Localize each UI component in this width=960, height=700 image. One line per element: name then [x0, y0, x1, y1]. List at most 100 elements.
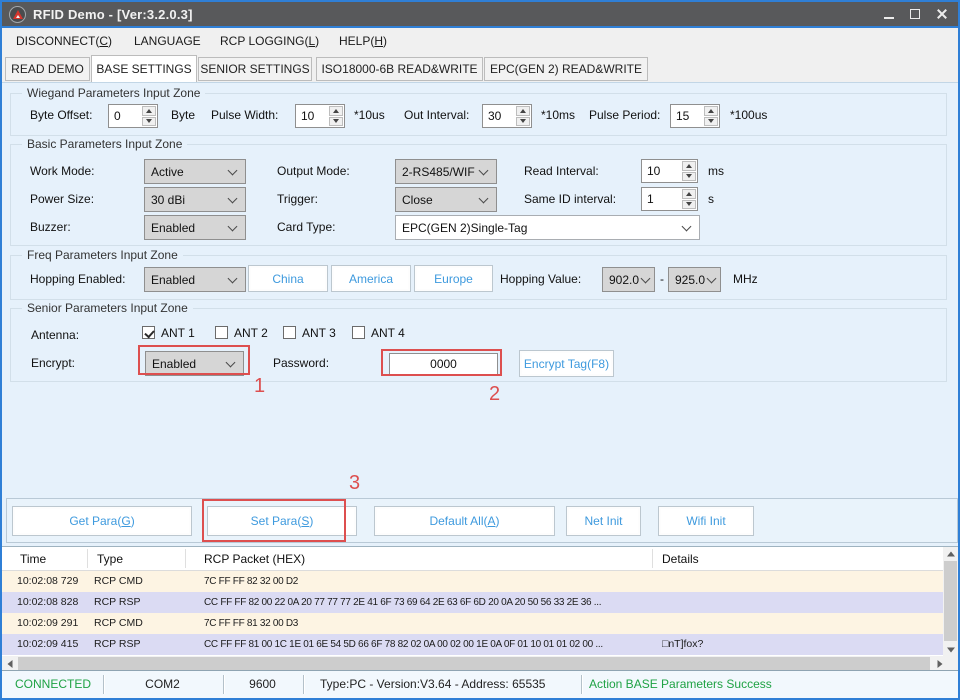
- default-all-button[interactable]: Default All(A): [374, 506, 555, 536]
- window-controls: [876, 2, 954, 26]
- output-mode-select[interactable]: 2-RS485/WIF: [395, 159, 497, 184]
- spin-down-icon[interactable]: [516, 117, 530, 127]
- col-header-details[interactable]: Details: [662, 547, 699, 571]
- password-input[interactable]: 0000: [389, 353, 498, 375]
- scroll-down-icon[interactable]: [943, 643, 958, 656]
- scrollbar-thumb[interactable]: [18, 657, 930, 670]
- spin-up-icon[interactable]: [329, 106, 343, 116]
- pulse-period-unit: *100us: [730, 107, 767, 124]
- checkbox-ant-1[interactable]: [142, 326, 155, 339]
- col-header-packet[interactable]: RCP Packet (HEX): [204, 547, 305, 571]
- byte-offset-input[interactable]: 0: [108, 104, 158, 128]
- pulse-width-input[interactable]: 10: [295, 104, 345, 128]
- checkbox-ant-2[interactable]: [215, 326, 228, 339]
- america-button[interactable]: America: [331, 265, 411, 292]
- encrypt-tag-button[interactable]: Encrypt Tag(F8): [519, 350, 614, 377]
- chevron-down-icon: [479, 165, 489, 175]
- china-button[interactable]: China: [248, 265, 328, 292]
- status-bar: CONNECTED COM2 9600 Type:PC - Version:V3…: [2, 670, 958, 698]
- menu-rcp-logging[interactable]: RCP LOGGING(L): [220, 28, 319, 55]
- trigger-select[interactable]: Close: [395, 187, 497, 212]
- tab-iso18000-6b[interactable]: ISO18000-6B READ&WRITE: [316, 57, 483, 81]
- encrypt-select[interactable]: Enabled: [145, 351, 244, 376]
- log-table-header: Time Type RCP Packet (HEX) Details: [2, 547, 943, 571]
- basic-group: Basic Parameters Input Zone Work Mode: A…: [10, 144, 947, 246]
- freq-group: Freq Parameters Input Zone Hopping Enabl…: [10, 255, 947, 300]
- hopping-enabled-select[interactable]: Enabled: [144, 267, 246, 292]
- wiegand-group-title: Wiegand Parameters Input Zone: [22, 86, 205, 101]
- scrollbar-corner: [943, 656, 958, 671]
- password-label: Password:: [273, 355, 329, 372]
- byte-offset-label: Byte Offset:: [30, 107, 92, 124]
- buzzer-select[interactable]: Enabled: [144, 215, 246, 240]
- close-button[interactable]: [928, 4, 954, 24]
- hopping-value-unit: MHz: [733, 271, 758, 288]
- scroll-up-icon[interactable]: [943, 547, 958, 560]
- chevron-down-icon: [479, 193, 489, 203]
- tab-read-demo[interactable]: READ DEMO: [5, 57, 90, 81]
- maximize-button[interactable]: [902, 4, 928, 24]
- menu-help[interactable]: HELP(H): [339, 28, 387, 55]
- log-row[interactable]: 10:02:08 729 RCP CMD 7C FF FF 82 32 00 D…: [2, 571, 943, 592]
- spin-up-icon[interactable]: [142, 106, 156, 116]
- actions-panel: Get Para(G) Set Para(S) Default All(A) N…: [6, 498, 958, 543]
- net-init-button[interactable]: Net Init: [566, 506, 641, 536]
- work-mode-select[interactable]: Active: [144, 159, 246, 184]
- horizontal-scrollbar[interactable]: [2, 656, 947, 671]
- base-settings-panel: Wiegand Parameters Input Zone Byte Offse…: [2, 82, 958, 546]
- log-row[interactable]: 10:02:09 415 RCP RSP CC FF FF 81 00 1C 1…: [2, 634, 943, 655]
- minimize-button[interactable]: [876, 4, 902, 24]
- scrollbar-thumb[interactable]: [944, 561, 957, 641]
- menu-language[interactable]: LANGUAGE: [134, 28, 201, 55]
- chevron-down-icon: [228, 193, 238, 203]
- spin-down-icon[interactable]: [329, 117, 343, 127]
- out-interval-unit: *10ms: [541, 107, 575, 124]
- log-row[interactable]: 10:02:08 828 RCP RSP CC FF FF 82 00 22 0…: [2, 592, 943, 613]
- spin-down-icon[interactable]: [704, 117, 718, 127]
- col-header-type[interactable]: Type: [97, 547, 123, 571]
- europe-button[interactable]: Europe: [414, 265, 493, 292]
- power-size-label: Power Size:: [30, 191, 94, 208]
- tab-strip: READ DEMO BASE SETTINGS SENIOR SETTINGS …: [2, 55, 958, 82]
- trigger-label: Trigger:: [277, 191, 318, 208]
- pulse-period-label: Pulse Period:: [589, 107, 660, 124]
- vertical-scrollbar[interactable]: [943, 547, 958, 656]
- spin-down-icon[interactable]: [682, 200, 696, 210]
- col-header-time[interactable]: Time: [20, 547, 46, 571]
- spin-down-icon[interactable]: [682, 172, 696, 182]
- spin-up-icon[interactable]: [682, 189, 696, 199]
- get-para-button[interactable]: Get Para(G): [12, 506, 192, 536]
- card-type-select[interactable]: EPC(GEN 2)Single-Tag: [395, 215, 700, 240]
- checkbox-ant-3-label: ANT 3: [302, 326, 336, 341]
- tab-base-settings[interactable]: BASE SETTINGS: [91, 55, 197, 82]
- checkbox-ant-3[interactable]: [283, 326, 296, 339]
- pulse-period-input[interactable]: 15: [670, 104, 720, 128]
- menu-disconnect[interactable]: DISCONNECT(C): [16, 28, 112, 55]
- set-para-button[interactable]: Set Para(S): [207, 506, 357, 536]
- work-mode-label: Work Mode:: [30, 163, 94, 180]
- same-id-interval-input[interactable]: 1: [641, 187, 698, 211]
- spin-up-icon[interactable]: [682, 161, 696, 171]
- scroll-left-icon[interactable]: [2, 656, 17, 671]
- chevron-down-icon: [682, 221, 692, 231]
- wifi-init-button[interactable]: Wifi Init: [658, 506, 754, 536]
- read-interval-input[interactable]: 10: [641, 159, 698, 183]
- checkbox-ant-4[interactable]: [352, 326, 365, 339]
- byte-offset-unit: Byte: [171, 107, 195, 124]
- log-row[interactable]: 10:02:09 291 RCP CMD 7C FF FF 81 32 00 D…: [2, 613, 943, 634]
- chevron-down-icon: [707, 273, 717, 283]
- power-size-select[interactable]: 30 dBi: [144, 187, 246, 212]
- app-window: RFID Demo - [Ver:3.2.0.3] DISCONNECT(C) …: [0, 0, 960, 700]
- output-mode-label: Output Mode:: [277, 163, 350, 180]
- encrypt-label: Encrypt:: [31, 355, 75, 372]
- spin-down-icon[interactable]: [142, 117, 156, 127]
- hopping-from-select[interactable]: 902.0: [602, 267, 655, 292]
- spin-up-icon[interactable]: [704, 106, 718, 116]
- tab-senior-settings[interactable]: SENIOR SETTINGS: [198, 57, 312, 81]
- hopping-to-select[interactable]: 925.0: [668, 267, 721, 292]
- chevron-down-icon: [228, 221, 238, 231]
- chevron-down-icon: [228, 273, 238, 283]
- out-interval-input[interactable]: 30: [482, 104, 532, 128]
- tab-epc-gen2[interactable]: EPC(GEN 2) READ&WRITE: [484, 57, 648, 81]
- spin-up-icon[interactable]: [516, 106, 530, 116]
